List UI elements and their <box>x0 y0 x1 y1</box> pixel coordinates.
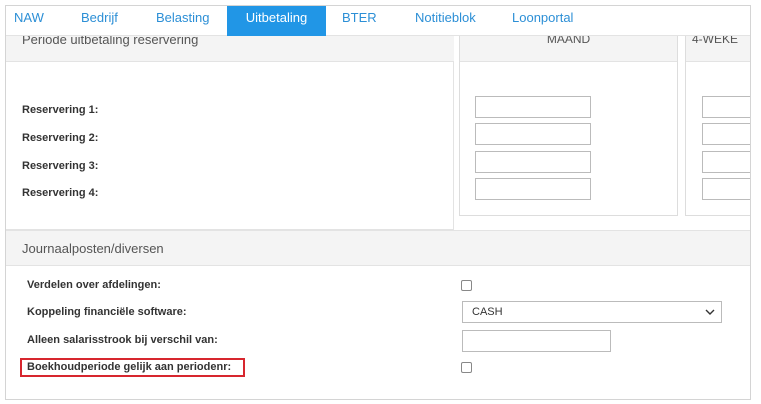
vierweken-reservering-3-input[interactable] <box>702 151 750 173</box>
tab-belasting[interactable]: Belasting <box>156 6 209 36</box>
reservering-2-label: Reservering 2: <box>22 132 99 144</box>
reservering-1-label: Reservering 1: <box>22 104 99 116</box>
verdelen-label: Verdelen over afdelingen: <box>27 279 161 291</box>
alleen-salarisstrook-input[interactable] <box>462 330 611 352</box>
maand-column-title: MAAND <box>546 36 591 46</box>
maand-reservering-2-input[interactable] <box>475 123 591 145</box>
journaal-section-title: Journaalposten/diversen <box>22 241 164 256</box>
tab-bar: NAW Bedrijf Belasting Uitbetaling BTER N… <box>6 6 750 36</box>
vierweken-reservering-4-input[interactable] <box>702 178 750 200</box>
boekhoudperiode-checkbox[interactable] <box>461 362 472 373</box>
tab-uitbetaling[interactable]: Uitbetaling <box>227 6 326 36</box>
maand-column-header: MAAND <box>460 36 677 62</box>
koppeling-label: Koppeling financiële software: <box>27 306 187 318</box>
reservering-section-title: Periode uitbetaling reservering <box>22 36 199 47</box>
vierweken-column-header: 4-WEKE <box>686 36 750 62</box>
reservering-4-label: Reservering 4: <box>22 187 99 199</box>
reservering-labels: Reservering 1: Reservering 2: Reserverin… <box>6 62 454 230</box>
maand-reservering-1-input[interactable] <box>475 96 591 118</box>
alleen-salarisstrook-label: Alleen salarisstrook bij verschil van: <box>27 334 218 346</box>
koppeling-select-value: CASH <box>472 306 503 318</box>
tab-notitieblok[interactable]: Notitieblok <box>415 6 476 36</box>
chevron-down-icon <box>705 309 715 315</box>
koppeling-select[interactable]: CASH <box>462 301 722 323</box>
boekhoudperiode-label: Boekhoudperiode gelijk aan periodenr: <box>27 361 232 373</box>
maand-column: MAAND <box>459 36 678 216</box>
reservering-section-header: Periode uitbetaling reservering <box>6 36 454 62</box>
journaal-section-header: Journaalposten/diversen <box>6 230 750 266</box>
tab-bedrijf[interactable]: Bedrijf <box>81 6 118 36</box>
vierweken-column-title: 4-WEKE <box>692 36 739 46</box>
tab-loonportal[interactable]: Loonportal <box>512 6 573 36</box>
vierweken-reservering-2-input[interactable] <box>702 123 750 145</box>
maand-reservering-3-input[interactable] <box>475 151 591 173</box>
vierweken-reservering-1-input[interactable] <box>702 96 750 118</box>
vierweken-column: 4-WEKE <box>685 36 750 216</box>
tab-bter[interactable]: BTER <box>342 6 377 36</box>
reservering-section: Periode uitbetaling reservering Reserver… <box>6 36 750 230</box>
reservering-3-label: Reservering 3: <box>22 160 99 172</box>
tab-naw[interactable]: NAW <box>14 6 44 36</box>
maand-reservering-4-input[interactable] <box>475 178 591 200</box>
payroll-settings-panel: NAW Bedrijf Belasting Uitbetaling BTER N… <box>5 5 751 400</box>
verdelen-checkbox[interactable] <box>461 280 472 291</box>
